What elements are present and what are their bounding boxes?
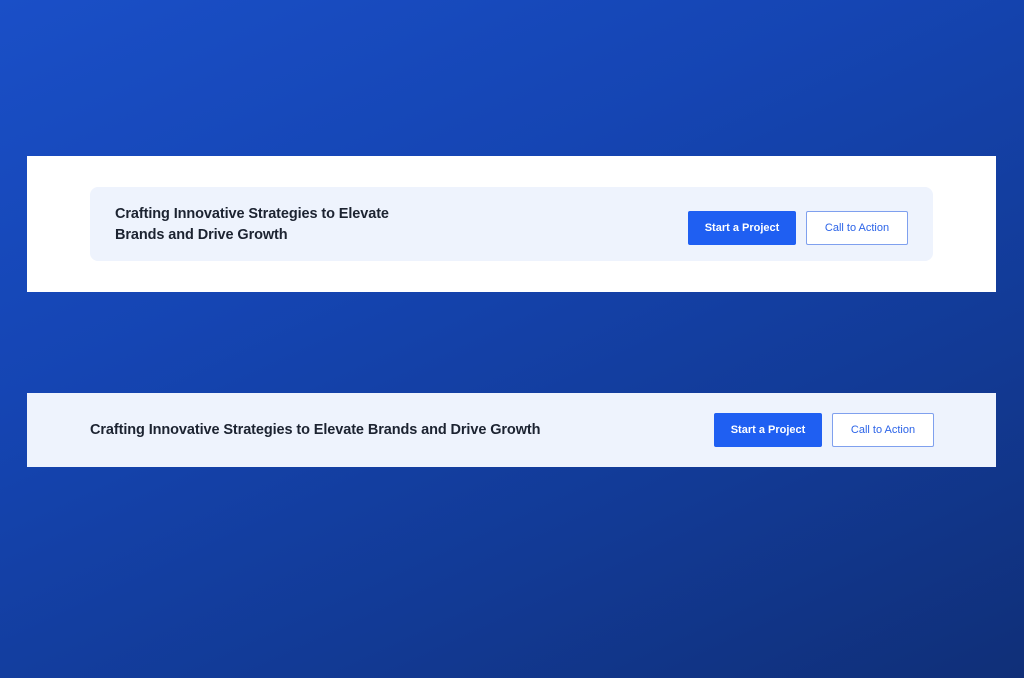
start-project-button[interactable]: Start a Project bbox=[714, 413, 822, 447]
cta-card: Crafting Innovative Strategies to Elevat… bbox=[90, 187, 933, 261]
canvas-background: Crafting Innovative Strategies to Elevat… bbox=[0, 0, 1024, 678]
call-to-action-button[interactable]: Call to Action bbox=[806, 211, 908, 245]
call-to-action-button[interactable]: Call to Action bbox=[832, 413, 934, 447]
cta-headline: Crafting Innovative Strategies to Elevat… bbox=[115, 206, 389, 243]
cta-headline: Crafting Innovative Strategies to Elevat… bbox=[90, 422, 541, 438]
cta-section-full-width: Crafting Innovative Strategies to Elevat… bbox=[27, 393, 996, 467]
cta-section-boxed: Crafting Innovative Strategies to Elevat… bbox=[27, 156, 996, 292]
start-project-button[interactable]: Start a Project bbox=[688, 211, 796, 245]
